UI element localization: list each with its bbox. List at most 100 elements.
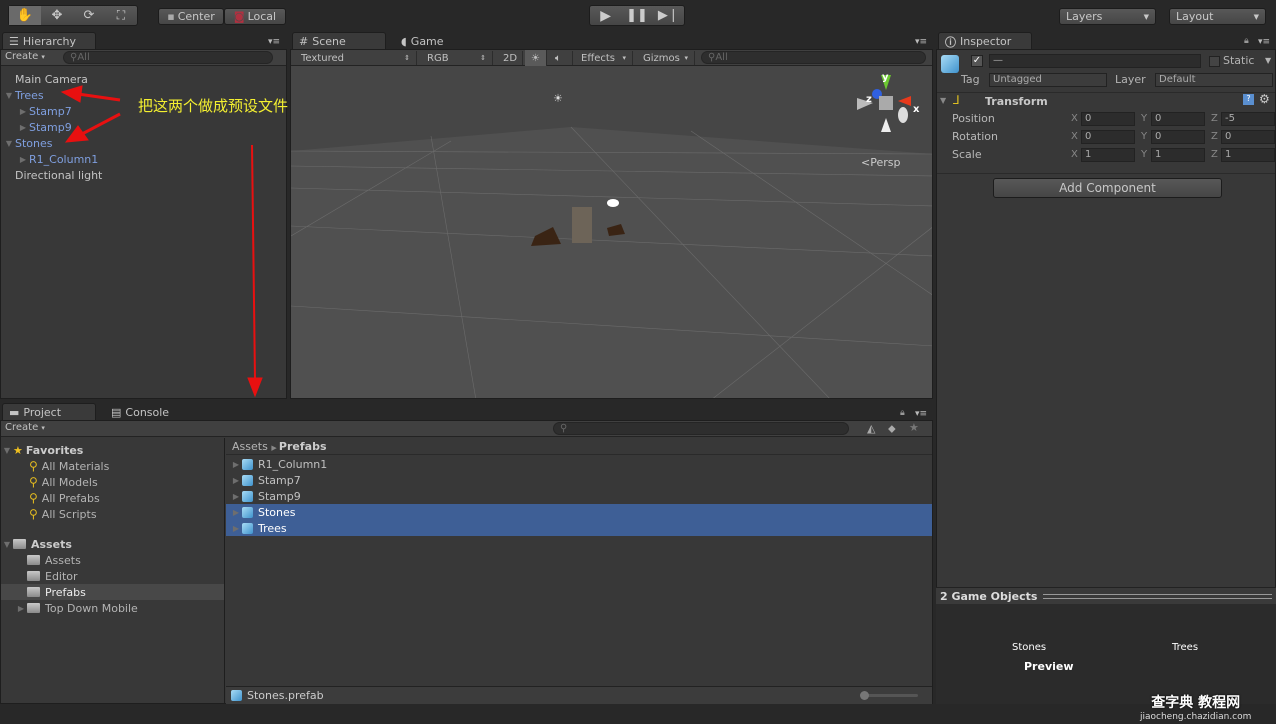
collapsed-arrow-icon[interactable]: ▶	[230, 524, 242, 533]
expanded-arrow-icon[interactable]: ▼	[1, 446, 13, 455]
step-button[interactable]: ▶❘	[653, 8, 684, 23]
rotation-x-field[interactable]: 0	[1081, 130, 1135, 144]
axis-label-y[interactable]: Y	[1141, 149, 1147, 160]
axis-label-z[interactable]: Z	[1211, 149, 1218, 160]
project-search[interactable]: ⚲	[553, 422, 849, 435]
static-checkbox[interactable]	[1209, 56, 1220, 67]
lock-icon[interactable]: 🔒︎	[900, 408, 905, 418]
file-item[interactable]: ▶ Trees	[226, 520, 932, 536]
filter-by-label-icon[interactable]: ⬥	[888, 422, 896, 436]
breadcrumb-prefabs[interactable]: Prefabs	[279, 440, 327, 453]
rotation-z-field[interactable]: 0	[1221, 130, 1275, 144]
favorites-header[interactable]: ▼ ★ Favorites	[1, 442, 224, 458]
panel-menu-icon[interactable]: ▾≡	[915, 37, 927, 47]
gear-icon[interactable]: ⚙	[1259, 92, 1270, 106]
tab-scene[interactable]: # Scene	[292, 32, 386, 50]
collapsed-arrow-icon[interactable]: ▶	[230, 492, 242, 501]
axis-label-x[interactable]: X	[1071, 131, 1078, 142]
layer-label: Layer	[1115, 73, 1146, 86]
folder-item[interactable]: ▶ Top Down Mobile	[1, 600, 224, 616]
favorite-star-icon[interactable]: ★	[909, 421, 919, 434]
panel-menu-icon[interactable]: ▾≡	[1258, 37, 1270, 47]
assets-header[interactable]: ▼ Assets	[1, 536, 224, 552]
scale-x-field[interactable]: 1	[1081, 148, 1135, 162]
axis-label-z[interactable]: Z	[1211, 113, 1218, 124]
add-component-button[interactable]: Add Component	[993, 178, 1222, 198]
axis-label-y[interactable]: Y	[1141, 113, 1147, 124]
collapsed-arrow-icon[interactable]: ▶	[230, 508, 242, 517]
layers-dropdown[interactable]: Layers ▼	[1059, 8, 1156, 25]
layer-dropdown[interactable]: Default	[1155, 73, 1273, 87]
icon-size-slider[interactable]	[860, 691, 918, 700]
lighting-toggle[interactable]: ☀	[525, 50, 547, 66]
file-item[interactable]: ▶ Stones	[226, 504, 932, 520]
axis-label-x[interactable]: X	[1071, 113, 1078, 124]
position-x-field[interactable]: 0	[1081, 112, 1135, 126]
panel-menu-icon[interactable]: ▾≡	[915, 409, 927, 419]
annotation-arrows	[60, 85, 263, 398]
folder-label: Editor	[45, 569, 78, 583]
shading-dropdown[interactable]: Textured ⇕	[295, 51, 417, 65]
scale-y-field[interactable]: 1	[1151, 148, 1205, 162]
lock-icon[interactable]: 🔒︎	[1244, 36, 1249, 46]
projection-label[interactable]: <Persp	[861, 156, 900, 169]
pause-button[interactable]: ❚❚	[621, 8, 652, 23]
audio-toggle[interactable]: 🔈︎	[549, 51, 573, 65]
expand-icon[interactable]: ▼	[940, 96, 946, 105]
file-item[interactable]: ▶ R1_Column1	[226, 456, 932, 472]
folder-item[interactable]: Assets	[1, 552, 224, 568]
drag-handle[interactable]	[1043, 593, 1272, 599]
scene-search[interactable]: ⚲All	[701, 51, 926, 64]
folder-icon	[13, 539, 26, 549]
file-item[interactable]: ▶ Stamp9	[226, 488, 932, 504]
arrow-down	[251, 144, 256, 381]
scale-z-field[interactable]: 1	[1221, 148, 1275, 162]
breadcrumb: Assets ▶ Prefabs	[226, 438, 932, 455]
position-y-field[interactable]: 0	[1151, 112, 1205, 126]
favorite-item[interactable]: ⚲ All Prefabs	[1, 490, 224, 506]
position-z-field[interactable]: -5	[1221, 112, 1275, 126]
prefab-icon	[231, 690, 242, 701]
effects-dropdown[interactable]: Effects ▾	[575, 51, 633, 65]
layout-dropdown[interactable]: Layout ▼	[1169, 8, 1266, 25]
project-panel: Create ▾ ⚲ ◭ ⬥ ★ ▼ ★ Favorites ⚲ All Materia…	[0, 420, 933, 704]
tag-dropdown[interactable]: Untagged	[989, 73, 1107, 87]
scene-viewport[interactable]: ☀	[291, 66, 933, 399]
axis-label-z[interactable]: Z	[1211, 131, 1218, 142]
tab-project[interactable]: ▬ Project	[2, 403, 96, 421]
help-icon[interactable]: ?	[1243, 94, 1254, 105]
favorite-item[interactable]: ⚲ All Models	[1, 474, 224, 490]
chevron-down-icon[interactable]: ▼	[1265, 56, 1271, 65]
name-field[interactable]: —	[989, 54, 1201, 68]
folder-item[interactable]: Prefabs	[1, 584, 224, 600]
axis-label-x[interactable]: X	[1071, 149, 1078, 160]
collapsed-arrow-icon[interactable]: ▶	[230, 460, 242, 469]
expanded-arrow-icon[interactable]: ▼	[1, 540, 13, 549]
collapsed-arrow-icon[interactable]: ▶	[230, 476, 242, 485]
watermark: 查字典 教程网 jiaocheng.chazidian.com	[1140, 692, 1251, 722]
folder-icon: ▬	[9, 406, 20, 419]
tab-console[interactable]: ▤ Console	[104, 403, 184, 421]
filter-by-type-icon[interactable]: ◭	[867, 422, 875, 435]
axis-label-y[interactable]: Y	[1141, 131, 1147, 142]
rotation-y-field[interactable]: 0	[1151, 130, 1205, 144]
file-item[interactable]: ▶ Stamp7	[226, 472, 932, 488]
create-dropdown[interactable]: Create ▾	[5, 422, 45, 433]
gizmo-z-label: z	[866, 94, 872, 105]
render-dropdown[interactable]: RGB ⇕	[421, 51, 493, 65]
folder-item[interactable]: Editor	[1, 568, 224, 584]
collapsed-arrow-icon[interactable]: ▶	[15, 604, 27, 613]
tab-game[interactable]: ◖ Game	[394, 32, 474, 50]
play-button[interactable]: ▶	[590, 8, 621, 24]
gizmos-dropdown[interactable]: Gizmos ▾	[637, 51, 695, 65]
sun-icon: ☀	[531, 52, 540, 64]
slider-thumb[interactable]	[860, 691, 869, 700]
preview-label: Preview	[1024, 660, 1074, 673]
favorite-item[interactable]: ⚲ All Scripts	[1, 506, 224, 522]
tab-inspector[interactable]: ⓘ Inspector	[938, 32, 1032, 50]
active-checkbox[interactable]: ✓	[971, 55, 983, 67]
preview-area[interactable]: Stones Trees Preview	[936, 604, 1276, 704]
2d-toggle[interactable]: 2D	[497, 51, 523, 65]
favorite-item[interactable]: ⚲ All Materials	[1, 458, 224, 474]
breadcrumb-assets[interactable]: Assets	[232, 440, 268, 453]
